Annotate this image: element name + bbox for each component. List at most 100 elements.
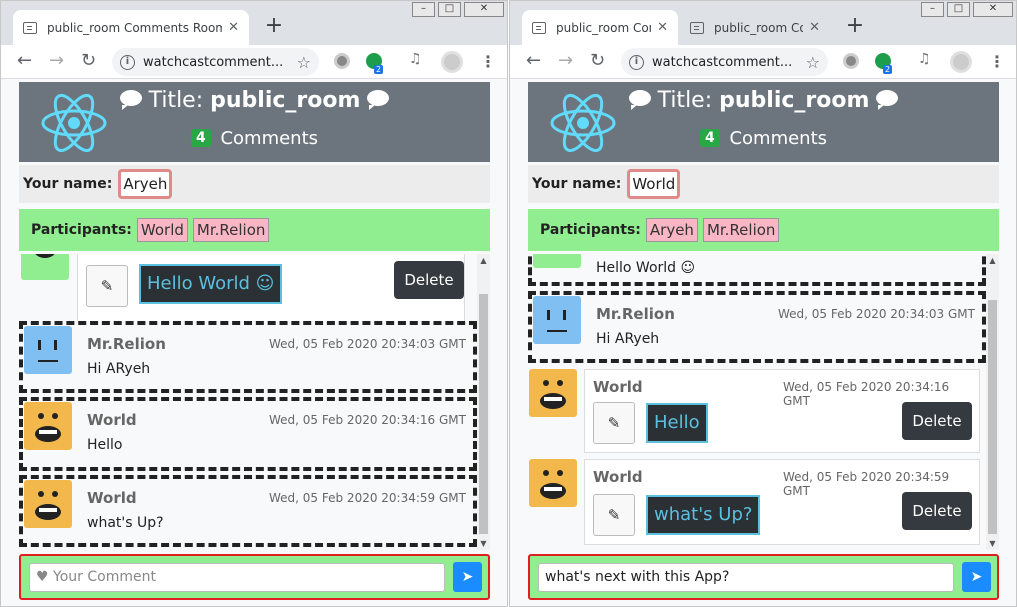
edit-button[interactable]: ✎ xyxy=(86,265,128,307)
back-button[interactable]: ← xyxy=(17,51,32,71)
scroll-down-icon[interactable]: ▼ xyxy=(986,539,999,548)
delete-button[interactable]: Delete xyxy=(902,402,972,440)
close-window-button[interactable]: ✕ xyxy=(464,2,504,17)
room-header: Title: public_room 4 Comments xyxy=(528,82,999,162)
edit-comment-input[interactable]: what's Up? xyxy=(646,495,761,535)
edit-comment-input[interactable]: Hello World ☺ xyxy=(139,264,283,304)
participant-chip: Aryeh xyxy=(645,218,698,242)
comment-count-badge: 4 xyxy=(190,129,211,147)
reload-button[interactable]: ↻ xyxy=(590,51,605,71)
participants-row: Participants: World Mr.Relion xyxy=(19,209,490,251)
comment-list-scrollbar[interactable]: ▲ ▼ xyxy=(477,254,490,550)
avatar xyxy=(21,254,69,280)
participant-chip: Mr.Relion xyxy=(702,218,780,242)
send-button[interactable]: ➤ xyxy=(962,562,991,592)
comment-card: Mr.Relion Wed, 05 Feb 2020 20:34:03 GMT … xyxy=(19,321,477,393)
close-icon[interactable]: ✕ xyxy=(809,20,820,35)
participants-row: Participants: Aryeh Mr.Relion xyxy=(528,209,999,251)
delete-button[interactable]: Delete xyxy=(902,492,972,530)
page-viewport: Title: public_room 4 Comments Your name:… xyxy=(510,79,1016,606)
tab-strip: public_room Com ✕ public_room Com ✕ + – … xyxy=(510,1,1016,45)
your-name-field[interactable]: Aryeh xyxy=(118,169,173,199)
edit-button[interactable]: ✎ xyxy=(593,402,635,444)
tab-strip: public_room Comments Room ✕ + – □ ✕ xyxy=(1,1,507,45)
scroll-up-icon[interactable]: ▲ xyxy=(477,256,490,265)
your-name-field[interactable]: World xyxy=(627,169,681,199)
extension-icon[interactable] xyxy=(843,53,859,69)
your-name-row: Your name: World xyxy=(528,165,999,203)
room-header: Title: public_room 4 Comments xyxy=(19,82,490,162)
tab-comments-room-2[interactable]: public_room Com ✕ xyxy=(680,10,830,45)
comment-input[interactable]: what's next with this App? xyxy=(538,563,954,592)
media-icon[interactable]: ♫ xyxy=(409,51,425,67)
delete-button[interactable]: Delete xyxy=(394,261,464,299)
new-tab-button[interactable]: + xyxy=(261,13,287,39)
heart-icon: ♥ xyxy=(36,569,49,585)
profile-avatar[interactable] xyxy=(441,51,463,73)
reload-button[interactable]: ↻ xyxy=(81,51,96,71)
maximize-button[interactable]: □ xyxy=(438,2,461,17)
extension-icon[interactable] xyxy=(334,53,350,69)
star-icon[interactable]: ☆ xyxy=(806,53,820,72)
comment-list-scrollbar[interactable]: ▲ ▼ xyxy=(986,254,999,550)
close-window-button[interactable]: ✕ xyxy=(973,2,1013,17)
info-icon[interactable]: i xyxy=(120,54,135,70)
send-button[interactable]: ➤ xyxy=(453,562,482,592)
comment-input[interactable]: ♥ Your Comment xyxy=(29,563,445,592)
scroll-thumb[interactable] xyxy=(479,294,488,534)
extension-badge: 2 xyxy=(374,65,384,74)
chat-icon xyxy=(23,21,37,34)
menu-icon[interactable]: ⋮ xyxy=(480,52,496,71)
profile-avatar[interactable] xyxy=(950,51,972,73)
tab-comments-room[interactable]: public_room Com ✕ xyxy=(522,10,678,45)
forward-button[interactable]: → xyxy=(558,51,573,71)
comment-body: World Wed, 05 Feb 2020 20:34:59 GMT ✎ wh… xyxy=(584,459,980,545)
comment-list[interactable]: Hello World ☺ Mr.Relion Wed, 05 Feb 2020… xyxy=(528,254,999,550)
back-button[interactable]: ← xyxy=(526,51,541,71)
close-icon[interactable]: ✕ xyxy=(657,20,668,35)
minimize-button[interactable]: – xyxy=(412,2,435,17)
scroll-up-icon[interactable]: ▲ xyxy=(986,256,999,265)
address-bar[interactable]: i watchcastcomment... ☆ xyxy=(621,48,828,76)
avatar xyxy=(24,402,72,450)
avatar xyxy=(533,296,581,344)
speech-bubble-icon xyxy=(119,90,142,110)
speech-bubble-icon xyxy=(628,90,651,110)
minimize-button[interactable]: – xyxy=(921,2,944,17)
your-name-row: Your name: Aryeh xyxy=(19,165,490,203)
comment-input-row: what's next with this App? ➤ xyxy=(528,554,999,600)
browser-window-right: public_room Com ✕ public_room Com ✕ + – … xyxy=(509,0,1017,607)
own-comment-card: World Wed, 05 Feb 2020 20:34:59 GMT ✎ wh… xyxy=(528,459,986,545)
media-icon[interactable]: ♫ xyxy=(918,51,934,67)
browser-toolbar: ← → ↻ i watchcastcomment... ☆ 2 ♫ ⋮ xyxy=(510,45,1016,79)
avatar xyxy=(24,326,72,374)
edit-button[interactable]: ✎ xyxy=(593,494,635,536)
comment-card: Hello World ☺ xyxy=(528,254,986,286)
chat-icon xyxy=(532,21,546,34)
participant-chip: World xyxy=(136,218,188,242)
maximize-button[interactable]: □ xyxy=(947,2,970,17)
comment-count-line: 4 Comments xyxy=(528,128,999,149)
info-icon[interactable]: i xyxy=(629,54,644,70)
new-tab-button[interactable]: + xyxy=(842,13,868,39)
avatar xyxy=(533,254,581,268)
scroll-down-icon[interactable]: ▼ xyxy=(477,539,490,548)
page-title: Title: public_room xyxy=(528,88,999,113)
comment-list[interactable]: ✎ Hello World ☺ Delete Mr.Relion Wed, 05… xyxy=(19,254,490,550)
menu-icon[interactable]: ⋮ xyxy=(989,52,1005,71)
close-icon[interactable]: ✕ xyxy=(228,20,239,35)
star-icon[interactable]: ☆ xyxy=(297,53,311,72)
avatar xyxy=(24,480,72,528)
comment-body: World Wed, 05 Feb 2020 20:34:16 GMT ✎ He… xyxy=(584,369,980,453)
forward-button[interactable]: → xyxy=(49,51,64,71)
comment-count-badge: 4 xyxy=(699,129,720,147)
address-bar[interactable]: i watchcastcomment... ☆ xyxy=(112,48,319,76)
participant-chip: Mr.Relion xyxy=(192,218,270,242)
tab-comments-room[interactable]: public_room Comments Room ✕ xyxy=(13,10,249,45)
comment-card: World Wed, 05 Feb 2020 20:34:59 GMT what… xyxy=(19,475,477,547)
avatar xyxy=(529,369,577,417)
scroll-thumb[interactable] xyxy=(988,300,997,534)
edit-comment-input[interactable]: Hello xyxy=(646,403,708,443)
speech-bubble-icon xyxy=(367,90,390,110)
speech-bubble-icon xyxy=(876,90,899,110)
